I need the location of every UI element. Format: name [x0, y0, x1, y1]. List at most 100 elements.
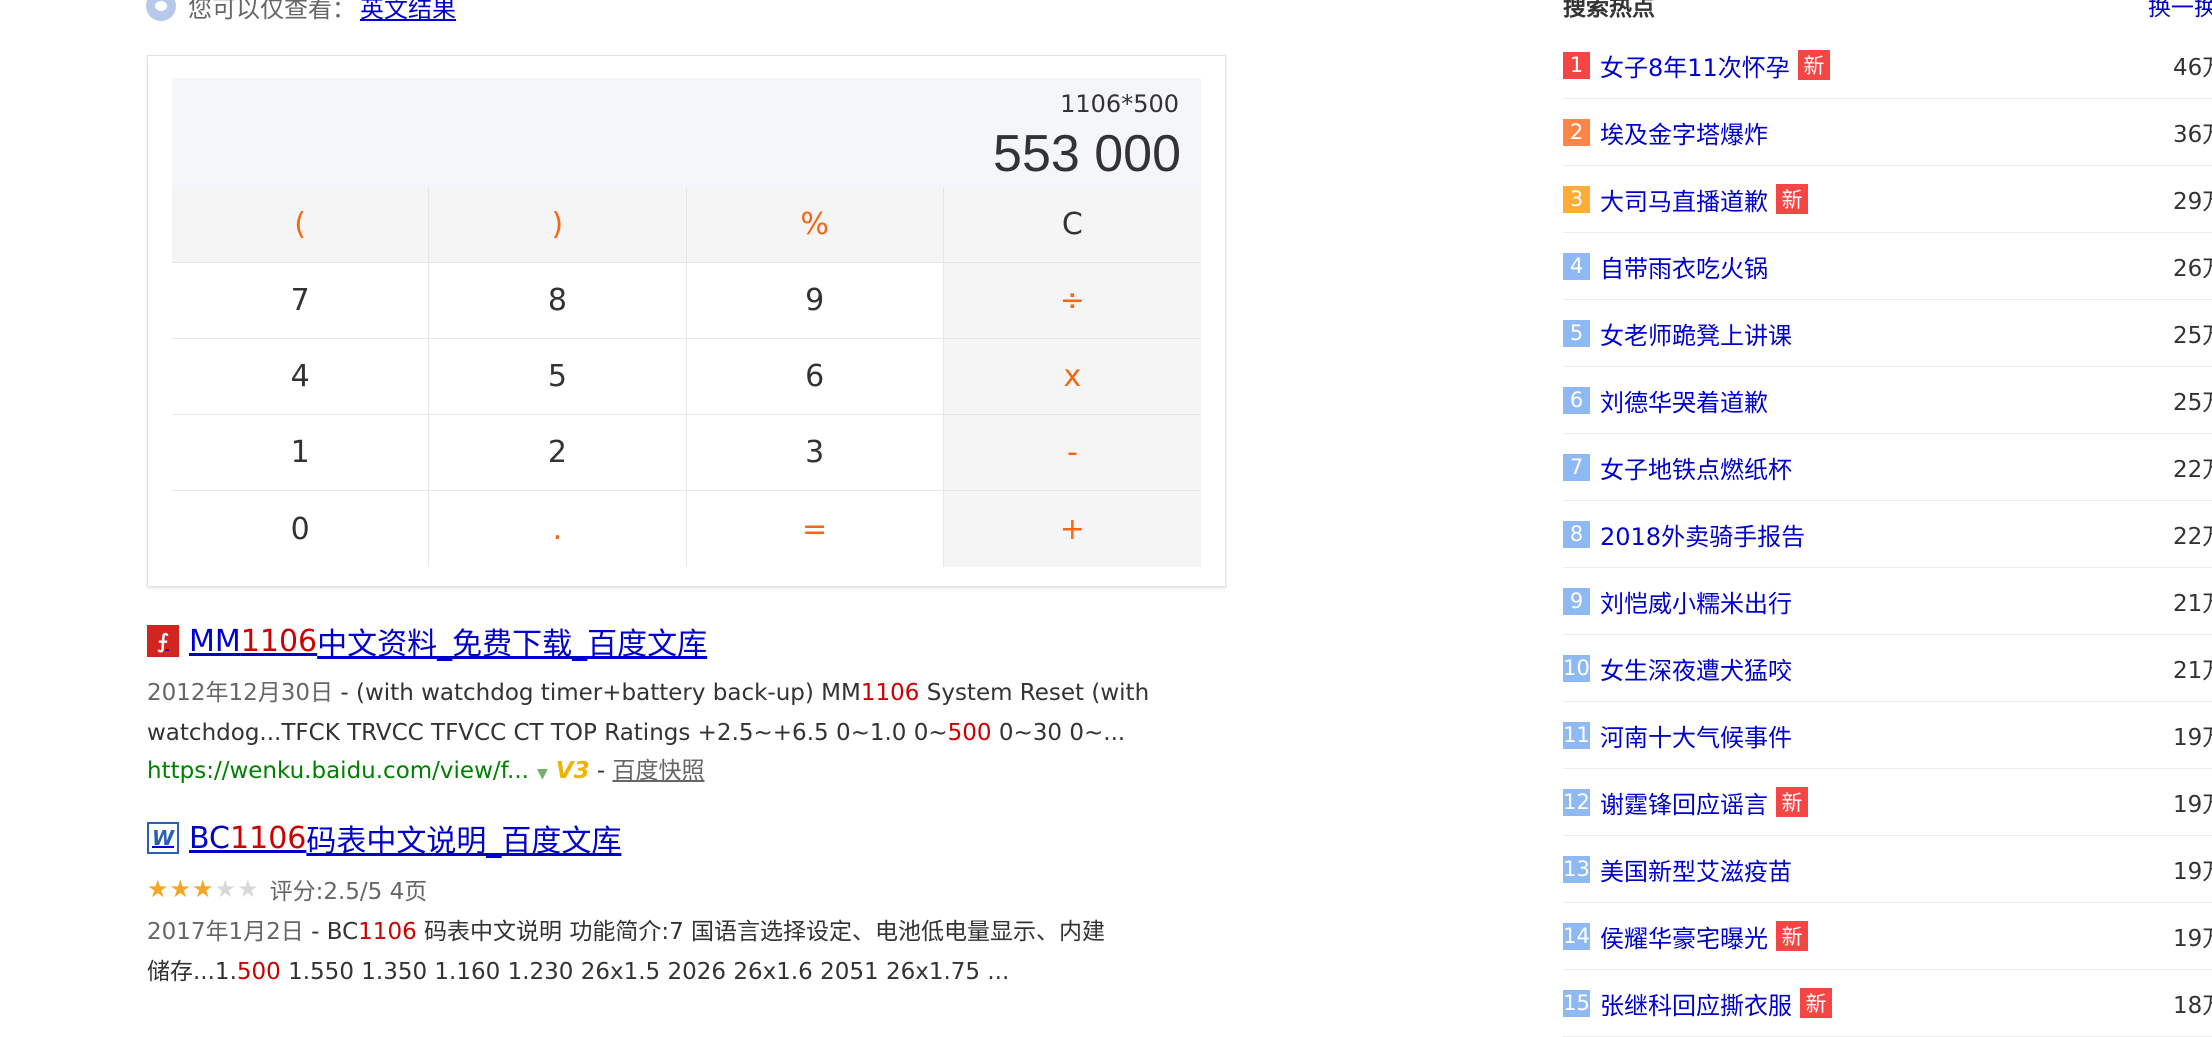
result-abstract: 2012年12月30日 - (with watchdog timer+batte…	[147, 673, 1149, 753]
abstract-highlight: 500	[236, 959, 281, 985]
hot-search-link[interactable]: 张继科回应撕衣服	[1600, 986, 1792, 1021]
result-url[interactable]: https://wenku.baidu.com/view/f...	[147, 758, 529, 784]
hot-search-item[interactable]: 7 女子地铁点燃纸杯 22万	[1563, 434, 2212, 501]
search-count: 46万	[2173, 55, 2212, 81]
key-divide[interactable]: ÷	[943, 263, 1201, 339]
rank-badge: 10	[1563, 654, 1590, 682]
key-minus[interactable]: -	[943, 415, 1201, 491]
result-title-part: 中文资料_免费下载_百度文库	[317, 627, 708, 662]
hot-search-item[interactable]: 5 女老师跪凳上讲课 25万	[1563, 300, 2212, 367]
key-4[interactable]: 4	[172, 339, 430, 415]
hot-search-link[interactable]: 女生深夜遭犬猛咬	[1600, 651, 1792, 686]
hot-search-item[interactable]: 8 2018外卖骑手报告 22万	[1563, 501, 2212, 568]
key-clear[interactable]: C	[943, 187, 1201, 263]
hot-search-link[interactable]: 自带雨衣吃火锅	[1600, 249, 1768, 284]
hot-search-item[interactable]: 15 张继科回应撕衣服新 18万	[1563, 970, 2212, 1037]
hot-search-link[interactable]: 女子地铁点燃纸杯	[1600, 450, 1792, 485]
hot-search-item[interactable]: 3 大司马直播道歉新 29万	[1563, 166, 2212, 233]
rating-text: 评分:2.5/5 4页	[269, 879, 428, 905]
snapshot-link[interactable]: 百度快照	[613, 758, 705, 784]
search-count: 19万	[2173, 725, 2212, 751]
rank-badge: 2	[1563, 118, 1590, 146]
hot-search-link[interactable]: 河南十大气候事件	[1600, 718, 1792, 753]
key-3[interactable]: 3	[686, 415, 944, 491]
result-url-line: https://wenku.baidu.com/view/f... ▼ V3 - 百…	[147, 758, 705, 784]
key-equals[interactable]: =	[686, 491, 944, 567]
credibility-badge[interactable]: V3	[556, 758, 590, 784]
hot-search-link[interactable]: 谢霆锋回应谣言	[1600, 785, 1768, 820]
key-open-paren[interactable]: (	[172, 187, 430, 263]
search-count: 26万	[2173, 256, 2212, 282]
hot-search-item[interactable]: 14 侯耀华豪宅曝光新 19万	[1563, 903, 2212, 970]
hot-search-item[interactable]: 1 女子8年11次怀孕新 46万	[1563, 32, 2212, 99]
calculator-expression: 1106*500	[1060, 90, 1179, 118]
rank-badge: 8	[1563, 520, 1590, 548]
search-count: 18万	[2173, 993, 2212, 1019]
search-count: 19万	[2173, 792, 2212, 818]
rank-badge: 4	[1563, 252, 1590, 280]
result-date: 2017年1月2日	[147, 919, 304, 945]
new-badge: 新	[1776, 787, 1808, 817]
calculator-display: 1106*500 553 000	[172, 78, 1201, 187]
search-count: 19万	[2173, 926, 2212, 952]
result-date: 2012年12月30日	[147, 680, 334, 706]
notice-text: 您可以仅查看：	[188, 0, 356, 23]
search-count: 21万	[2173, 591, 2212, 617]
chevron-down-icon[interactable]: ▼	[537, 766, 548, 782]
abstract-highlight: 1106	[860, 680, 920, 706]
hot-search-item[interactable]: 6 刘德华哭着道歉 25万	[1563, 367, 2212, 434]
new-badge: 新	[1776, 921, 1808, 951]
key-1[interactable]: 1	[172, 415, 430, 491]
hot-search-title: 搜索热点	[1563, 0, 1655, 21]
key-percent[interactable]: %	[686, 187, 944, 263]
key-close-paren[interactable]: )	[429, 187, 687, 263]
hot-search-link[interactable]: 大司马直播道歉	[1600, 182, 1768, 217]
hot-search-item[interactable]: 9 刘恺威小糯米出行 21万	[1563, 568, 2212, 635]
key-6[interactable]: 6	[686, 339, 944, 415]
key-0[interactable]: 0	[172, 491, 430, 567]
key-8[interactable]: 8	[429, 263, 687, 339]
new-badge: 新	[1800, 988, 1832, 1018]
rank-badge: 5	[1563, 319, 1590, 347]
hot-search-link[interactable]: 女老师跪凳上讲课	[1600, 316, 1792, 351]
result-title-link[interactable]: W BC 1106 码表中文说明_百度文库	[147, 816, 1105, 860]
key-plus[interactable]: +	[943, 491, 1201, 567]
hot-search-item[interactable]: 11 河南十大气候事件 19万	[1563, 702, 2212, 769]
key-multiply[interactable]: x	[943, 339, 1201, 415]
search-count: 25万	[2173, 390, 2212, 416]
abstract-text: 码表中文说明 功能简介:7 国语言选择设定、电池低电量显示、内建	[416, 919, 1106, 945]
key-2[interactable]: 2	[429, 415, 687, 491]
result-title-highlight: 1106	[230, 820, 307, 856]
abstract-text: 储存...1.	[147, 959, 237, 985]
result-rating: ★★★★★ 评分:2.5/5 4页	[147, 872, 1105, 906]
key-9[interactable]: 9	[686, 263, 944, 339]
paw-icon	[146, 0, 176, 21]
hot-search-item[interactable]: 2 埃及金字塔爆炸 36万	[1563, 99, 2212, 166]
hot-search-item[interactable]: 4 自带雨衣吃火锅 26万	[1563, 233, 2212, 300]
hot-search-item[interactable]: 12 谢霆锋回应谣言新 19万	[1563, 769, 2212, 836]
result-title-part: 码表中文说明_百度文库	[306, 824, 622, 859]
hot-search-link[interactable]: 美国新型艾滋疫苗	[1600, 852, 1792, 887]
hot-search-link[interactable]: 女子8年11次怀孕	[1600, 48, 1790, 83]
search-count: 25万	[2173, 323, 2212, 349]
abstract-highlight: 500	[947, 720, 992, 746]
hot-search-item[interactable]: 10 女生深夜遭犬猛咬 21万	[1563, 635, 2212, 702]
key-decimal[interactable]: .	[429, 491, 687, 567]
key-7[interactable]: 7	[172, 263, 430, 339]
search-count: 29万	[2173, 189, 2212, 215]
hot-search-link[interactable]: 侯耀华豪宅曝光	[1600, 919, 1768, 954]
hot-search-link[interactable]: 刘德华哭着道歉	[1600, 383, 1768, 418]
result-abstract: 2017年1月2日 - BC1106 码表中文说明 功能简介:7 国语言选择设定…	[147, 912, 1105, 992]
hot-search-link[interactable]: 刘恺威小糯米出行	[1600, 584, 1792, 619]
hot-search-item[interactable]: 13 美国新型艾滋疫苗 19万	[1563, 836, 2212, 903]
result-title-link[interactable]: ⨍ MM 1106 中文资料_免费下载_百度文库	[147, 619, 1149, 663]
abstract-text: 0~30 0~...	[991, 720, 1126, 746]
calculator-keypad: ( ) % C 7 8 9 ÷ 4 5 6 x 1 2 3 - 0 . = +	[172, 187, 1201, 567]
hot-search-link[interactable]: 2018外卖骑手报告	[1600, 517, 1805, 552]
refresh-hot-link[interactable]: 换一换	[2148, 0, 2212, 22]
rank-badge: 6	[1563, 386, 1590, 414]
hot-search-link[interactable]: 埃及金字塔爆炸	[1600, 115, 1768, 150]
english-results-link[interactable]: 英文结果	[360, 0, 456, 24]
search-count: 22万	[2173, 524, 2212, 550]
key-5[interactable]: 5	[429, 339, 687, 415]
